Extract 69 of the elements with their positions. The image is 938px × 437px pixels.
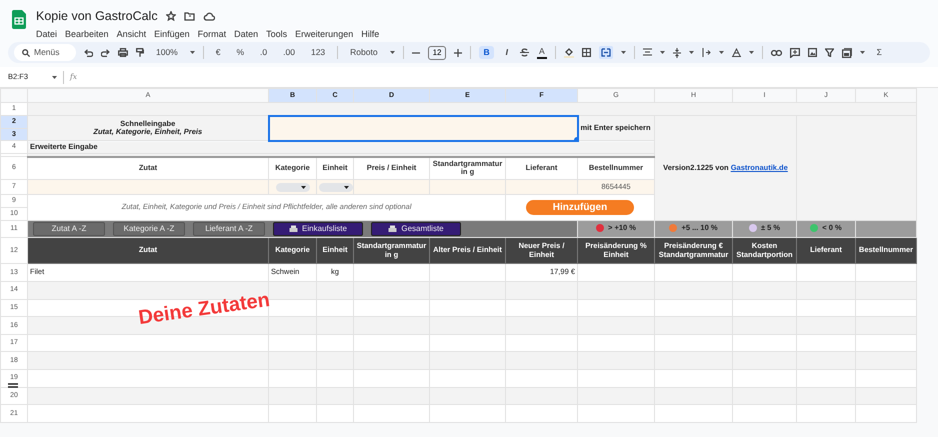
folder-icon[interactable] (184, 11, 195, 22)
menu-item[interactable]: Daten (234, 28, 258, 42)
menu-item[interactable]: Hilfe (361, 28, 380, 42)
annotation-text: Deine Zutaten (136, 288, 272, 332)
star-icon[interactable] (166, 11, 176, 22)
percent-button[interactable]: % (232, 46, 248, 59)
caret-icon[interactable] (620, 51, 626, 54)
search-icon (22, 48, 30, 56)
print-list-button[interactable]: Einkaufsliste (273, 222, 363, 236)
menu-item[interactable]: Einfügen (154, 28, 190, 42)
caret-icon[interactable] (748, 51, 754, 54)
drag-handle-icon[interactable] (8, 383, 18, 388)
fill-color-icon[interactable] (564, 48, 574, 58)
merge-cells-icon[interactable] (598, 46, 613, 59)
menu-item[interactable]: Tools (266, 28, 288, 42)
font-size-field[interactable]: 12 (428, 46, 446, 60)
undo-icon[interactable] (84, 48, 93, 56)
caret-icon[interactable] (688, 51, 694, 54)
text-rotation-icon[interactable] (732, 48, 741, 57)
increase-decimals-button[interactable]: .00 (279, 46, 299, 59)
table-icon[interactable] (842, 48, 852, 58)
text-color-button[interactable]: A (537, 46, 547, 59)
zoom-dropdown[interactable]: 100% (152, 46, 182, 59)
caret-icon[interactable] (660, 51, 665, 54)
caret-icon[interactable] (190, 51, 195, 54)
comment-icon[interactable] (790, 48, 800, 58)
align-icon[interactable] (642, 48, 652, 57)
text-wrap-icon[interactable] (702, 48, 711, 57)
vertical-align-icon[interactable] (672, 48, 681, 58)
sort-button[interactable]: Kategorie A -Z (113, 222, 185, 236)
caret-icon[interactable] (860, 51, 865, 54)
link-icon[interactable] (770, 50, 782, 56)
sum-button[interactable]: Σ (872, 46, 886, 59)
image-icon[interactable] (808, 48, 817, 57)
plus-icon[interactable] (454, 48, 462, 56)
sort-button[interactable]: Zutat A -Z (33, 222, 105, 236)
italic-button[interactable]: I (502, 46, 512, 59)
menu-item[interactable]: Format (198, 28, 226, 42)
menu-item[interactable]: Erweiterungen (295, 28, 354, 42)
font-dropdown[interactable]: Roboto (346, 46, 382, 59)
strikethrough-icon[interactable] (520, 48, 529, 57)
menu-item[interactable]: Bearbeiten (65, 28, 109, 42)
sheets-logo-icon[interactable] (12, 10, 26, 29)
decrease-decimals-button[interactable]: .0 (256, 46, 272, 59)
printer-icon (388, 225, 398, 233)
number-format-button[interactable]: 123 (306, 46, 330, 59)
cloud-icon[interactable] (202, 12, 215, 21)
menu-item[interactable]: Ansicht (116, 28, 146, 42)
borders-icon[interactable] (582, 48, 591, 57)
printer-icon (289, 225, 298, 233)
caret-icon (344, 186, 349, 188)
print-icon[interactable] (118, 48, 128, 57)
quick-entry-field[interactable] (268, 116, 578, 140)
caret-icon[interactable] (718, 51, 724, 54)
paint-format-icon[interactable] (136, 48, 144, 58)
redo-icon[interactable] (101, 48, 110, 56)
search-field[interactable]: Menüs (14, 44, 76, 61)
dropdown-field[interactable] (319, 182, 352, 192)
print-list-button[interactable]: Gesamtliste (371, 222, 461, 236)
document-title[interactable]: Kopie von GastroCalc (36, 7, 158, 26)
bold-button[interactable]: B (479, 46, 494, 59)
caret-icon[interactable] (52, 76, 57, 78)
dropdown-field[interactable] (276, 182, 310, 192)
caret-icon (300, 186, 306, 188)
caret-icon[interactable] (390, 51, 395, 54)
filter-icon[interactable] (824, 48, 834, 57)
sort-button[interactable]: Lieferant A -Z (193, 222, 265, 236)
currency-button[interactable]: € (212, 46, 224, 59)
menu-item[interactable]: Datei (36, 28, 58, 42)
